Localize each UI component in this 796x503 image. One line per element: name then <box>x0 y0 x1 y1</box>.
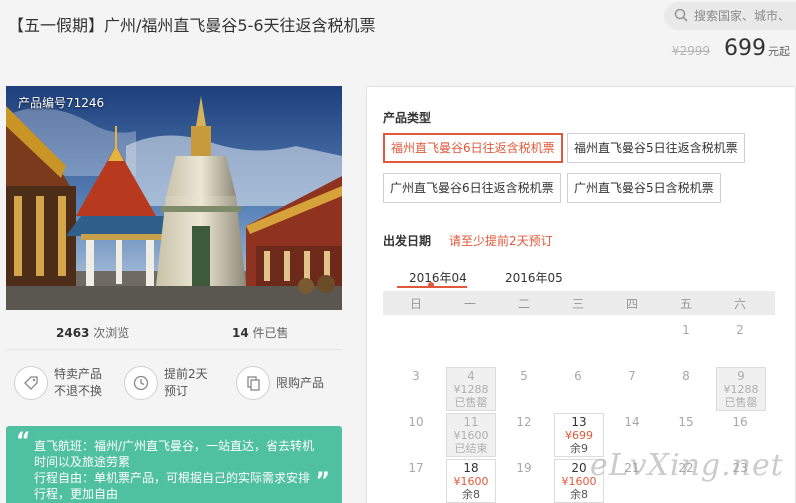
weekday-fri: 五 <box>679 297 692 311</box>
calendar-day: 19 <box>516 461 532 475</box>
month-tab-april[interactable]: 2016年04 <box>409 269 467 286</box>
weekday-sat: 六 <box>733 297 746 311</box>
sold-count-number: 14 <box>232 326 249 340</box>
product-stats: 2463 次浏览 14 件已售 <box>6 314 342 350</box>
feature-special-sale: 特卖产品 不退不换 <box>14 366 102 400</box>
view-count-label: 次浏览 <box>89 326 130 340</box>
weekday-sun: 日 <box>409 297 422 311</box>
weekday-mon: 一 <box>463 297 476 311</box>
booking-hint: 请至少提前2天预订 <box>449 234 553 248</box>
search-icon[interactable] <box>674 7 688 26</box>
copy-icon <box>236 366 270 400</box>
calendar-day: 12 <box>516 415 532 429</box>
highlight-line: 行程，更加自由 <box>34 487 119 501</box>
calendar-day: 6 <box>574 369 582 383</box>
view-count: 2463 次浏览 <box>56 324 129 341</box>
current-price: 699 <box>724 36 766 61</box>
calendar-day: 2 <box>736 323 744 337</box>
feature-line: 提前2天 <box>164 367 208 381</box>
feature-list: 特卖产品不退不换 提前2天预订 限购产品 <box>14 366 344 410</box>
feature-line: 不退不换 <box>54 384 103 398</box>
view-count-number: 2463 <box>56 326 90 340</box>
feature-line: 特卖产品 <box>54 367 103 381</box>
search-input[interactable] <box>694 9 796 23</box>
option-guangzhou-5day[interactable]: 广州直飞曼谷5日含税机票 <box>567 173 721 203</box>
feature-line: 预订 <box>164 384 189 398</box>
calendar-day-soldout: 4 ¥1288 已售罄 <box>446 367 496 411</box>
product-highlights: “ 直飞航班：福州/广州直飞曼谷，一站直达，省去转机 时间以及旅途劳累 行程自由… <box>6 426 342 503</box>
calendar-day-available[interactable]: 18 ¥1600 余8 <box>446 459 496 503</box>
tag-icon <box>14 366 48 400</box>
price-block: ¥2999 699 元起 <box>672 36 790 61</box>
calendar-day: 16 <box>732 415 748 429</box>
calendar-day-soldout: 9 ¥1288 已售罄 <box>716 367 766 411</box>
page-title: 【五一假期】广州/福州直飞曼谷5-6天往返含税机票 <box>8 16 376 35</box>
month-tab-may[interactable]: 2016年05 <box>505 269 563 286</box>
feature-limited: 限购产品 <box>236 366 324 400</box>
feature-line: 限购产品 <box>276 375 325 390</box>
quote-close-icon: ” <box>315 469 330 494</box>
calendar-day: 8 <box>682 369 690 383</box>
calendar-day: 14 <box>624 415 640 429</box>
watermark: eLvXing.net <box>590 448 784 483</box>
calendar-weekday-header: 日 一 二 三 四 五 六 <box>383 291 775 315</box>
quote-open-icon: “ <box>16 429 31 454</box>
feature-advance-booking: 提前2天预订 <box>124 366 208 400</box>
highlight-line: 直飞航班：福州/广州直飞曼谷，一站直达，省去转机 <box>34 439 315 453</box>
calendar-day: 3 <box>412 369 420 383</box>
weekday-tue: 二 <box>517 297 530 311</box>
departure-date-label: 出发日期 <box>383 234 432 248</box>
booking-panel: 产品类型 福州直飞曼谷6日往返含税机票 福州直飞曼谷5日往返含税机票 广州直飞曼… <box>366 86 796 503</box>
calendar-day: 15 <box>678 415 694 429</box>
calendar-day-ended: 11 ¥1600 已结束 <box>446 413 496 457</box>
temple-image <box>6 86 342 310</box>
calendar-day: 1 <box>682 323 690 337</box>
product-photo: 产品编号71246 <box>6 86 342 310</box>
product-id: 产品编号71246 <box>18 96 105 110</box>
highlight-line: 行程自由：单机票产品，可根据自己的实际需求安排 <box>34 471 311 485</box>
calendar-day: 7 <box>628 369 636 383</box>
sold-count: 14 件已售 <box>232 324 289 341</box>
month-tab-marker <box>428 282 434 288</box>
search-box[interactable] <box>664 2 796 30</box>
calendar-day: 10 <box>408 415 424 429</box>
sold-count-label: 件已售 <box>248 326 289 340</box>
option-fuzhou-5day[interactable]: 福州直飞曼谷5日往返含税机票 <box>567 133 745 163</box>
weekday-wed: 三 <box>571 297 584 311</box>
weekday-thu: 四 <box>625 297 638 311</box>
price-unit: 元起 <box>768 45 790 58</box>
calendar-day: 17 <box>408 461 424 475</box>
product-type-label: 产品类型 <box>383 111 432 125</box>
calendar-day: 5 <box>520 369 528 383</box>
option-guangzhou-6day[interactable]: 广州直飞曼谷6日往返含税机票 <box>383 173 561 203</box>
clock-icon <box>124 366 158 400</box>
original-price: ¥2999 <box>671 44 710 58</box>
option-fuzhou-6day[interactable]: 福州直飞曼谷6日往返含税机票 <box>383 133 563 163</box>
highlight-line: 时间以及旅途劳累 <box>34 455 131 469</box>
